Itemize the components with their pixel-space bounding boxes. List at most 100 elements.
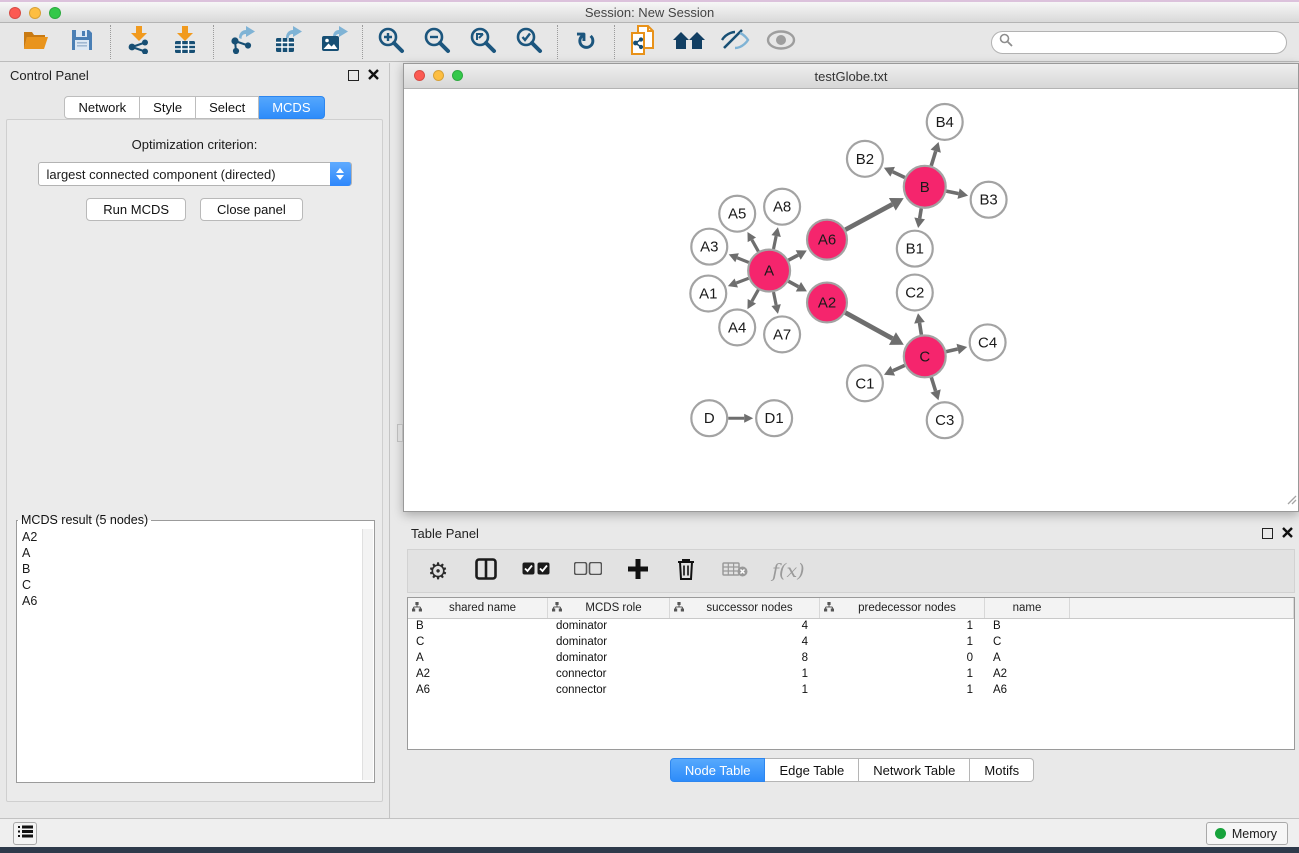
graph-node-B4[interactable]: B4 [927,104,963,140]
table-row[interactable]: A2connector11A2 [408,667,1294,683]
tab-mcds[interactable]: MCDS [259,96,324,119]
delete-table-button[interactable] [722,557,748,585]
float-table-panel-icon[interactable] [1262,528,1273,539]
edge-A-A3[interactable] [737,258,749,263]
edge-A-A4[interactable] [752,290,759,302]
memory-button[interactable]: Memory [1206,822,1288,845]
result-item[interactable]: A [20,545,360,561]
network-canvas[interactable]: ABCA6A2A1A3A4A5A7A8B1B2B3B4C1C2C3C4DD1 [404,90,1298,511]
export-table-button[interactable] [273,27,303,57]
pane-divider-grip[interactable] [397,424,403,442]
export-image-button[interactable] [319,27,349,57]
edge-A-A5[interactable] [752,240,759,252]
refresh-layout-button[interactable]: ↻ [571,27,601,57]
graph-node-B2[interactable]: B2 [847,141,883,177]
show-hide-graphics-button[interactable] [720,27,750,57]
import-table-button[interactable] [170,27,200,57]
column-header-successor-nodes[interactable]: successor nodes [670,598,820,618]
edge-A-A8[interactable] [774,236,777,249]
export-network-button[interactable] [227,27,257,57]
edge-A-A1[interactable] [736,278,748,283]
edge-C-C2[interactable] [920,323,922,335]
deselect-all-button[interactable] [574,557,602,585]
graph-node-C[interactable]: C [904,335,946,377]
graph-node-A[interactable]: A [748,250,790,292]
network-from-selection-button[interactable] [628,27,658,57]
edge-A-A6[interactable] [788,255,798,260]
graph-node-A4[interactable]: A4 [719,309,755,345]
graph-node-A6[interactable]: A6 [807,220,847,260]
tab-network-table[interactable]: Network Table [859,758,970,782]
zoom-out-button[interactable] [422,27,452,57]
open-file-button[interactable] [21,27,51,57]
table-row[interactable]: Cdominator41C [408,635,1294,651]
eye-button[interactable] [766,27,796,57]
graph-node-D[interactable]: D [691,400,727,436]
resize-grip-icon[interactable] [1285,492,1297,510]
graph-node-A3[interactable]: A3 [691,229,727,265]
result-item[interactable]: B [20,561,360,577]
result-item[interactable]: C [20,577,360,593]
zoom-selected-button[interactable] [514,27,544,57]
edge-C-C1[interactable] [893,365,905,370]
save-session-button[interactable] [67,27,97,57]
split-columns-button[interactable] [474,557,498,585]
graph-node-A2[interactable]: A2 [807,283,847,323]
function-builder-button[interactable]: f(x) [772,557,805,585]
houses-button[interactable] [674,27,704,57]
edge-B-B3[interactable] [946,191,958,193]
tab-select[interactable]: Select [196,96,259,119]
graph-node-B3[interactable]: B3 [971,182,1007,218]
table-row[interactable]: A6connector11A6 [408,683,1294,699]
table-row[interactable]: Bdominator41B [408,619,1294,635]
column-header-predecessor-nodes[interactable]: predecessor nodes [820,598,985,618]
graph-node-A8[interactable]: A8 [764,189,800,225]
search-field[interactable] [991,31,1287,54]
result-scrollbar[interactable] [362,529,373,780]
column-header-shared-name[interactable]: shared name [408,598,548,618]
zoom-in-button[interactable] [376,27,406,57]
table-row[interactable]: Adominator80A [408,651,1294,667]
tab-network[interactable]: Network [64,96,140,119]
edge-B-B2[interactable] [893,172,905,178]
import-network-button[interactable] [124,27,154,57]
edge-A-A2[interactable] [788,281,798,287]
graph-node-C1[interactable]: C1 [847,365,883,401]
close-table-panel-icon[interactable] [1282,526,1293,541]
edge-A2-C[interactable] [845,313,892,339]
result-item[interactable]: A6 [20,593,360,609]
edge-B-B4[interactable] [931,151,935,166]
graph-node-C2[interactable]: C2 [897,275,933,311]
graph-node-A7[interactable]: A7 [764,316,800,352]
tab-edge-table[interactable]: Edge Table [765,758,859,782]
fit-content-button[interactable] [468,27,498,57]
edge-B-B1[interactable] [920,208,922,218]
task-history-button[interactable] [13,822,37,845]
result-item[interactable]: A2 [20,529,360,545]
close-panel-button[interactable]: Close panel [200,198,303,221]
graph-node-D1[interactable]: D1 [756,400,792,436]
select-all-button[interactable] [522,557,550,585]
network-window-titlebar[interactable]: testGlobe.txt [404,64,1298,89]
close-panel-icon[interactable] [368,68,379,83]
column-header-mcds-role[interactable]: MCDS role [548,598,670,618]
graph-node-B[interactable]: B [904,166,946,208]
tab-motifs[interactable]: Motifs [970,758,1034,782]
edge-C-C4[interactable] [946,349,958,352]
graph-node-C3[interactable]: C3 [927,402,963,438]
delete-column-button[interactable] [674,557,698,585]
column-header-name[interactable]: name [985,598,1070,618]
graph-node-B1[interactable]: B1 [897,231,933,267]
tab-node-table[interactable]: Node Table [670,758,766,782]
tab-style[interactable]: Style [140,96,196,119]
graph-node-A5[interactable]: A5 [719,196,755,232]
edge-C-C3[interactable] [931,377,935,391]
graph-node-A1[interactable]: A1 [690,276,726,312]
add-column-button[interactable] [626,557,650,585]
table-settings-button[interactable]: ⚙ [426,557,450,585]
float-panel-icon[interactable] [348,70,359,81]
search-input[interactable] [1017,35,1279,49]
edge-A-A7[interactable] [774,292,777,305]
edge-A6-B[interactable] [845,204,892,229]
criterion-select[interactable]: largest connected component (directed) [38,162,352,186]
